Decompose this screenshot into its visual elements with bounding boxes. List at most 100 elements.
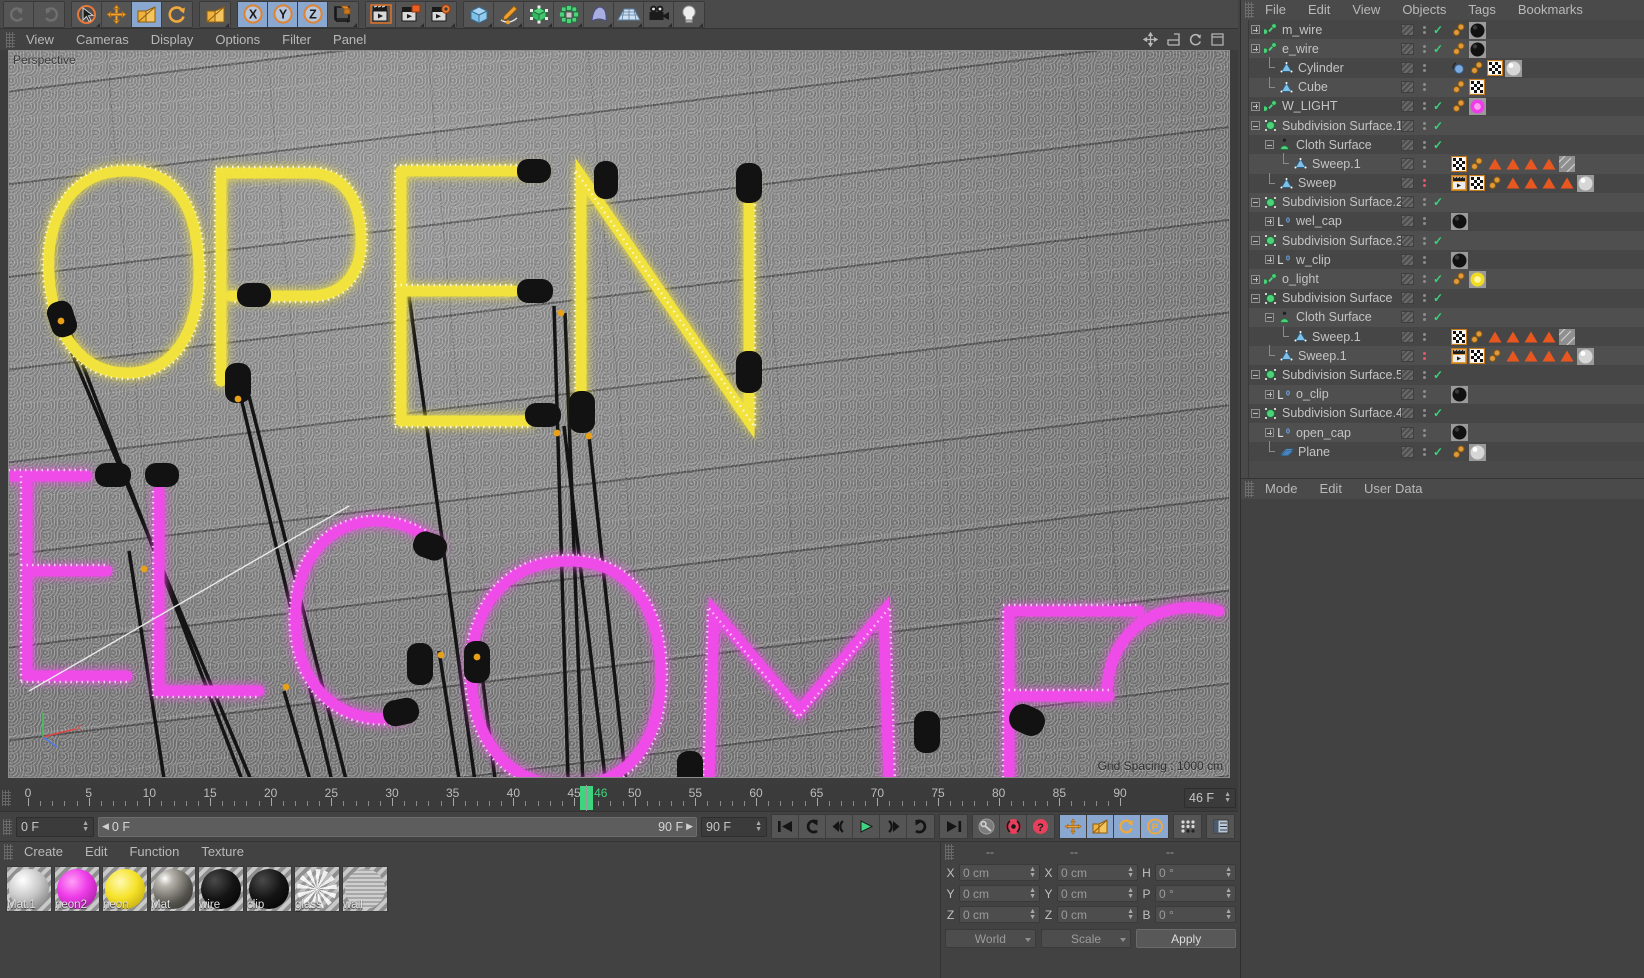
- visibility-dots[interactable]: [1419, 332, 1430, 341]
- layer-color-swatch[interactable]: [1401, 349, 1414, 362]
- layer-color-swatch[interactable]: [1401, 177, 1414, 190]
- mm-menu-edit[interactable]: Edit: [74, 841, 118, 863]
- tri-tag[interactable]: [1523, 329, 1539, 345]
- object-row[interactable]: 0w_clip✓: [1249, 250, 1644, 270]
- material-manager-gripper[interactable]: [4, 844, 13, 860]
- rotation-field[interactable]: 0 ° ▲ ▼: [1155, 864, 1236, 881]
- tri-tag[interactable]: [1505, 348, 1521, 364]
- magenta-sphere-tag[interactable]: [1469, 98, 1486, 116]
- orange-pair-tag[interactable]: [1469, 60, 1485, 76]
- blue-sphere-tag[interactable]: [1451, 60, 1467, 76]
- visibility-dots[interactable]: [1419, 83, 1430, 92]
- visibility-dots[interactable]: [1419, 313, 1430, 322]
- undo-icon[interactable]: [4, 1, 34, 27]
- scale-icon[interactable]: [132, 1, 162, 27]
- cube-primitive-icon[interactable]: [464, 1, 494, 27]
- enabled-check-icon[interactable]: ✓: [1433, 24, 1443, 36]
- black-sphere-tag[interactable]: [1469, 21, 1486, 39]
- transport-gripper[interactable]: [3, 818, 12, 835]
- om-menu-view[interactable]: View: [1341, 0, 1391, 21]
- clapper-tag[interactable]: [1451, 175, 1467, 191]
- checker-tag[interactable]: [1450, 155, 1468, 172]
- hatch-tag[interactable]: [1558, 328, 1576, 345]
- visibility-dots[interactable]: [1419, 179, 1430, 188]
- collapse-toggle[interactable]: [1251, 197, 1260, 207]
- yellow-sphere-tag[interactable]: [1469, 270, 1486, 288]
- mm-menu-function[interactable]: Function: [118, 841, 190, 863]
- layer-color-swatch[interactable]: [1401, 388, 1414, 401]
- field-spinner[interactable]: ▲ ▼: [1127, 866, 1134, 879]
- render-settings-icon[interactable]: [426, 1, 456, 27]
- orange-pair-tag[interactable]: [1451, 41, 1467, 57]
- om-menu-objects[interactable]: Objects: [1391, 0, 1457, 21]
- world-coordinates-icon[interactable]: [328, 1, 358, 27]
- visibility-dots[interactable]: [1419, 198, 1430, 207]
- expand-toggle[interactable]: [1251, 274, 1260, 284]
- enabled-check-icon[interactable]: ✓: [1433, 43, 1443, 55]
- layer-color-swatch[interactable]: [1401, 23, 1414, 36]
- material-swatch[interactable]: neon: [102, 866, 148, 912]
- move-view-icon[interactable]: [1142, 31, 1159, 50]
- visibility-dots[interactable]: [1419, 217, 1430, 226]
- field-spinner[interactable]: ▲ ▼: [1127, 908, 1134, 921]
- checker-tag[interactable]: [1468, 347, 1486, 364]
- black-sphere-tag[interactable]: [1451, 251, 1468, 269]
- point-level-animation-icon[interactable]: [1174, 815, 1201, 838]
- generator-icon[interactable]: [524, 1, 554, 27]
- render-region-icon[interactable]: [396, 1, 426, 27]
- black-sphere-tag[interactable]: [1469, 40, 1486, 58]
- om-menu-file[interactable]: File: [1254, 0, 1297, 21]
- layer-color-swatch[interactable]: [1401, 234, 1414, 247]
- collapse-toggle[interactable]: [1251, 293, 1260, 303]
- position-field[interactable]: 0 cm ▲ ▼: [959, 885, 1040, 902]
- tri-tag[interactable]: [1523, 348, 1539, 364]
- object-row[interactable]: Subdivision Surface.1 ✓: [1249, 115, 1644, 136]
- scale-key-icon[interactable]: [1087, 815, 1114, 838]
- am-menu-mode[interactable]: Mode: [1254, 478, 1309, 500]
- size-field[interactable]: 0 cm ▲ ▼: [1057, 906, 1138, 923]
- enabled-check-icon[interactable]: ✓: [1433, 369, 1443, 381]
- object-row[interactable]: Sweep✓: [1249, 172, 1644, 193]
- enabled-check-icon[interactable]: ✓: [1433, 100, 1443, 112]
- coordinate-manager-gripper[interactable]: [945, 843, 954, 860]
- camera-icon[interactable]: [644, 1, 674, 27]
- visibility-dots[interactable]: [1419, 275, 1430, 284]
- deformer-icon[interactable]: [554, 1, 584, 27]
- tri-tag[interactable]: [1541, 156, 1557, 172]
- orange-pair-tag[interactable]: [1469, 329, 1485, 345]
- object-row[interactable]: Subdivision Surface.3 ✓: [1249, 231, 1644, 251]
- object-row[interactable]: Cloth Surface ✓: [1249, 135, 1644, 155]
- rotation-key-icon[interactable]: [1114, 815, 1141, 838]
- timeline-gripper[interactable]: [2, 790, 11, 806]
- black-sphere-tag[interactable]: [1451, 213, 1468, 231]
- layer-color-swatch[interactable]: [1401, 292, 1414, 305]
- visibility-dots[interactable]: [1419, 236, 1430, 245]
- object-row[interactable]: Subdivision Surface.2 ✓: [1249, 192, 1644, 212]
- tri-tag[interactable]: [1487, 156, 1503, 172]
- layer-color-swatch[interactable]: [1401, 61, 1414, 74]
- checker-tag[interactable]: [1468, 78, 1486, 96]
- orange-pair-tag[interactable]: [1451, 98, 1467, 114]
- tri-tag[interactable]: [1505, 175, 1521, 191]
- attribute-manager-gripper[interactable]: [1245, 481, 1254, 497]
- nurbs-icon[interactable]: [584, 1, 614, 27]
- orange-pair-tag[interactable]: [1451, 22, 1467, 38]
- frame-spinner[interactable]: ▲ ▼: [1224, 791, 1231, 804]
- orange-pair-tag[interactable]: [1487, 175, 1503, 191]
- previous-keyframe-button[interactable]: [799, 815, 826, 838]
- grey-sphere-tag[interactable]: [1469, 443, 1486, 461]
- collapse-toggle[interactable]: [1251, 121, 1260, 131]
- mm-menu-texture[interactable]: Texture: [190, 841, 255, 863]
- object-row[interactable]: Subdivision Surface ✓: [1249, 288, 1644, 308]
- black-sphere-tag[interactable]: [1451, 424, 1468, 442]
- orange-pair-tag[interactable]: [1451, 271, 1467, 287]
- black-sphere-tag[interactable]: [1451, 386, 1468, 404]
- expand-toggle[interactable]: [1251, 44, 1260, 54]
- floor-environment-icon[interactable]: [614, 1, 644, 27]
- collapse-toggle[interactable]: [1251, 408, 1260, 418]
- material-swatch[interactable]: Mat.1: [6, 866, 52, 912]
- object-row[interactable]: Cylinder✓: [1249, 57, 1644, 78]
- layer-color-swatch[interactable]: [1401, 138, 1414, 151]
- object-row[interactable]: e_wire ✓: [1249, 39, 1644, 59]
- am-menu-edit[interactable]: Edit: [1309, 478, 1353, 500]
